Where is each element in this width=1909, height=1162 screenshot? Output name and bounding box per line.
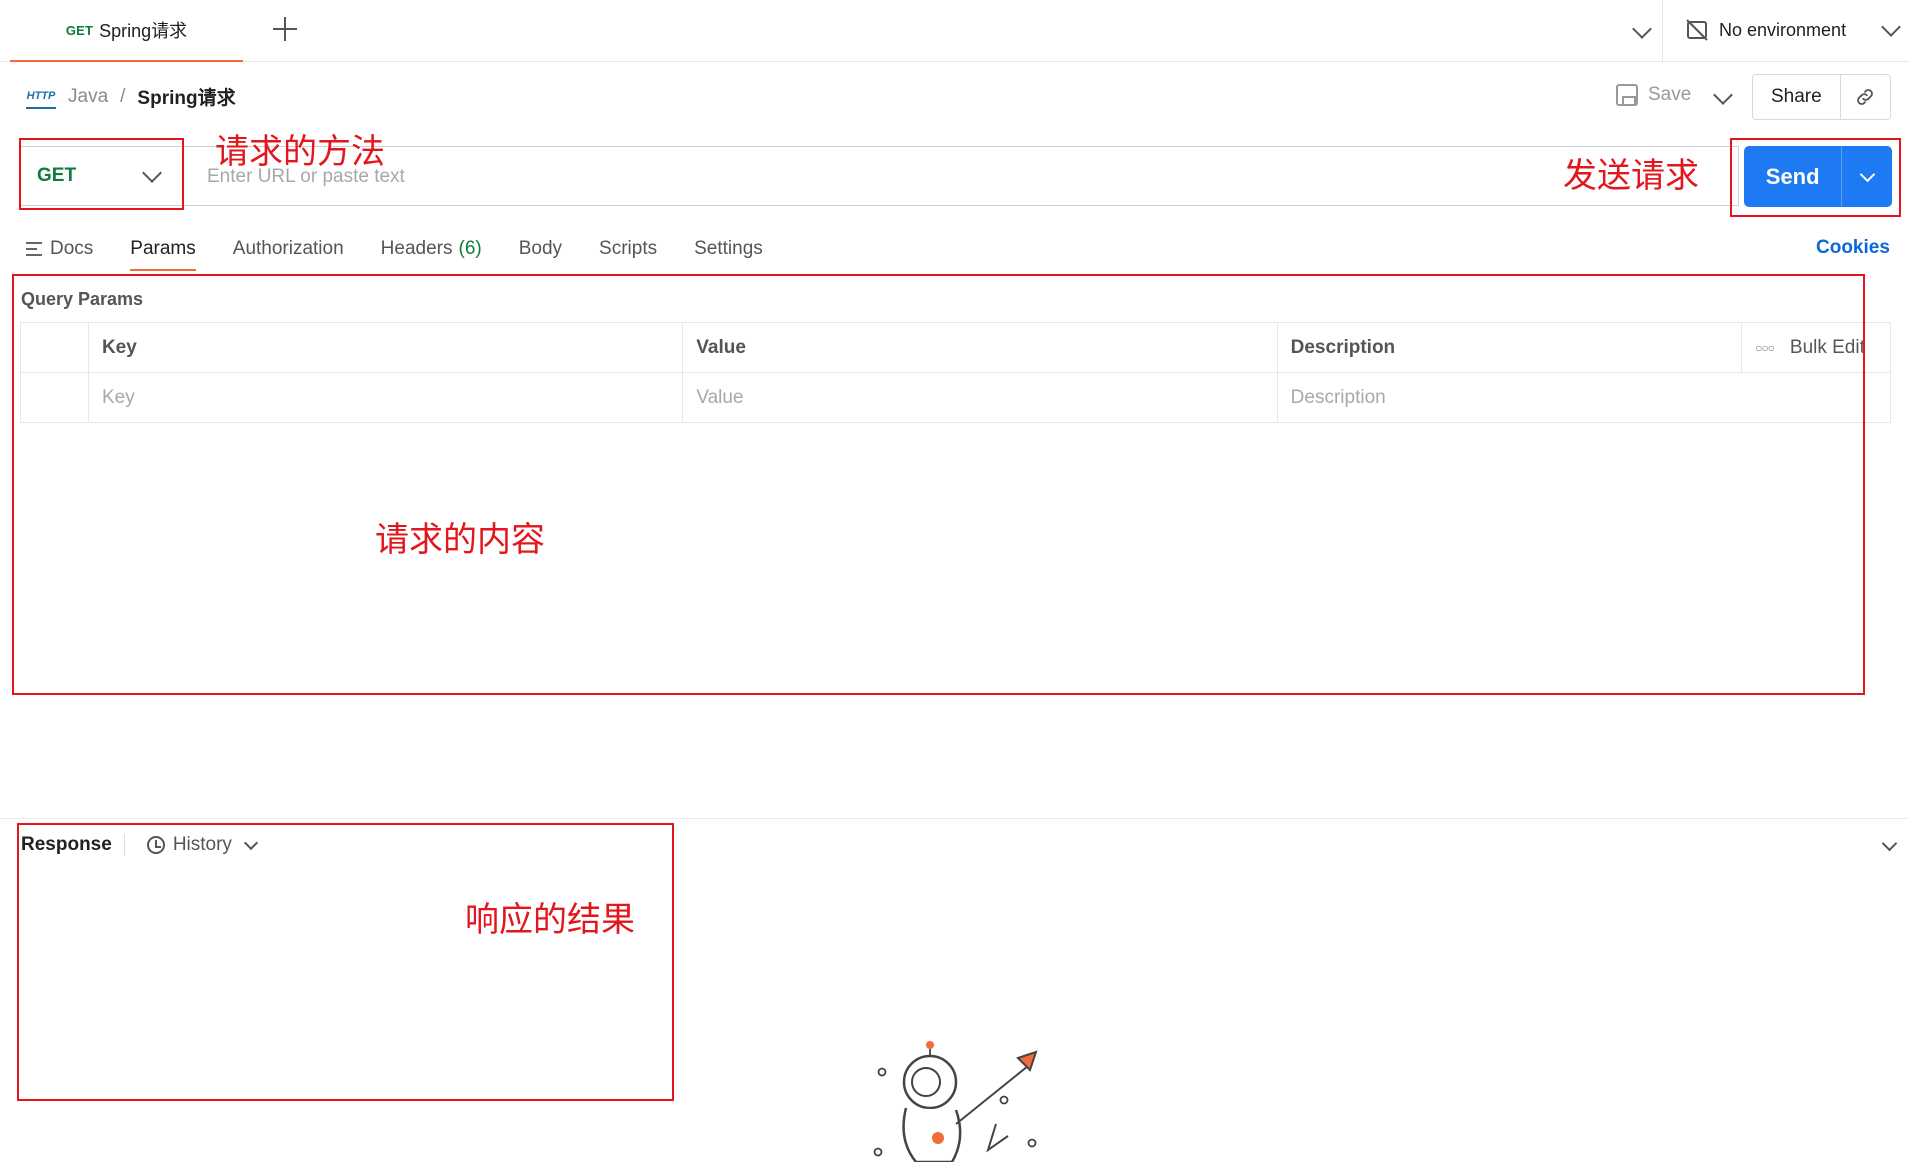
environment-divider	[1662, 0, 1663, 61]
tab-docs-label: Docs	[50, 238, 94, 259]
save-disk-icon	[1616, 84, 1638, 106]
tab-headers-label: Headers	[380, 238, 453, 259]
tab-scripts[interactable]: Scripts	[599, 228, 657, 270]
environment-label: No environment	[1719, 19, 1847, 40]
tab-body-label: Body	[518, 238, 563, 259]
annotation-send: 发送请求	[1563, 156, 1699, 196]
breadcrumb-collection[interactable]: Java	[68, 86, 108, 108]
request-tab[interactable]: GET Spring请求	[10, 0, 243, 62]
environment-chevron-icon	[1881, 17, 1901, 37]
tab-authorization-label: Authorization	[232, 238, 344, 259]
save-button[interactable]: Save	[1616, 84, 1691, 106]
tab-scripts-label: Scripts	[599, 238, 658, 259]
astronaut-rocket-illustration	[873, 1041, 1038, 1162]
share-button[interactable]: Share	[1753, 75, 1841, 119]
no-environment-icon	[1686, 19, 1708, 41]
request-tabs: Docs Params Authorization Headers (6) Bo…	[26, 228, 800, 271]
collapse-response-chevron-icon[interactable]	[1881, 835, 1898, 852]
tab-authorization[interactable]: Authorization	[233, 228, 344, 270]
save-label: Save	[1648, 84, 1692, 105]
copy-link-button[interactable]	[1841, 86, 1890, 108]
annotation-box-method	[19, 138, 184, 210]
breadcrumb-current[interactable]: Spring请求	[137, 83, 235, 110]
tab-params[interactable]: Params	[130, 228, 197, 271]
tab-headers[interactable]: Headers (6)	[381, 228, 482, 270]
cookies-link[interactable]: Cookies	[1816, 237, 1890, 259]
annotation-result: 响应的结果	[465, 900, 635, 940]
tab-settings-label: Settings	[694, 238, 763, 259]
annotation-box-content	[12, 274, 1865, 695]
docs-lines-icon	[26, 242, 42, 256]
link-icon	[1857, 89, 1874, 105]
http-request-icon: HTTP	[26, 85, 56, 109]
tab-params-label: Params	[130, 238, 196, 259]
tab-method-badge: GET	[65, 22, 94, 38]
tab-headers-count: (6)	[458, 238, 482, 259]
tab-title: Spring请求	[99, 21, 188, 41]
environment-selector[interactable]: No environment	[1685, 16, 1901, 44]
annotation-box-send	[1730, 138, 1901, 217]
breadcrumb-separator: /	[120, 85, 126, 107]
response-divider[interactable]	[0, 818, 1909, 819]
save-options-chevron-icon[interactable]	[1713, 85, 1733, 105]
new-tab-plus-icon[interactable]	[272, 16, 298, 42]
annotation-method: 请求的方法	[215, 132, 385, 172]
tab-docs[interactable]: Docs	[26, 228, 93, 270]
tab-settings[interactable]: Settings	[694, 228, 763, 270]
tab-body[interactable]: Body	[519, 228, 562, 270]
breadcrumb: HTTP Java / Spring请求	[26, 83, 236, 110]
annotation-content: 请求的内容	[375, 520, 545, 560]
annotation-box-result	[17, 823, 674, 1101]
share-group: Share	[1752, 74, 1891, 120]
